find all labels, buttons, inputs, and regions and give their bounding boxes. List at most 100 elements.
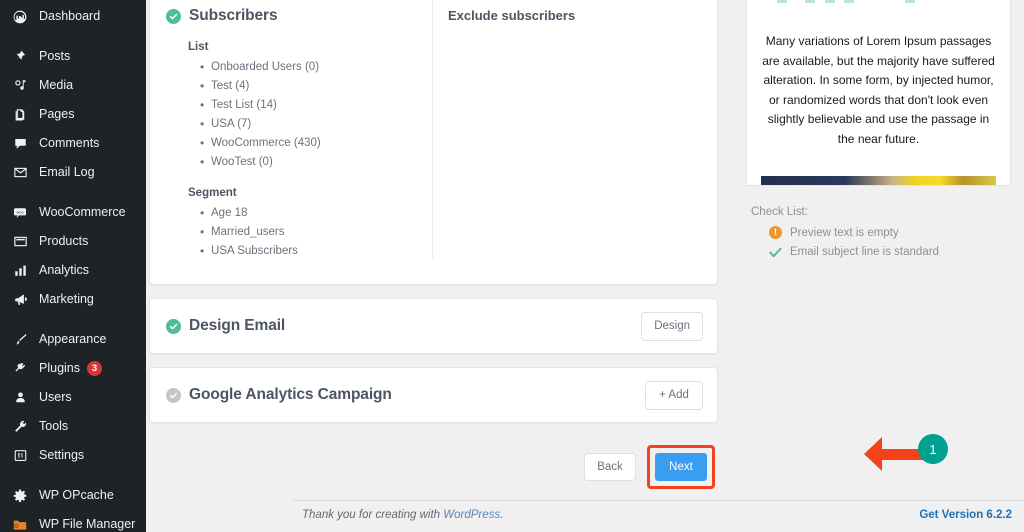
arrow-head-icon	[864, 437, 882, 471]
settings-icon	[10, 446, 30, 466]
sidebar-item-media[interactable]: Media	[0, 71, 146, 100]
sidebar-item-marketing[interactable]: Marketing	[0, 285, 146, 314]
svg-text:woo: woo	[16, 209, 24, 214]
list-item: Age 18	[200, 203, 416, 222]
list-item: Married_users	[200, 222, 416, 241]
sidebar-item-dashboard[interactable]: Dashboard	[0, 2, 146, 31]
subscribers-left-pane: Subscribers List Onboarded Users (0) Tes…	[150, 7, 432, 284]
sidebar-item-pages[interactable]: Pages	[0, 100, 146, 129]
list-item: Onboarded Users (0)	[200, 57, 416, 76]
list-item: WooTest (0)	[200, 152, 416, 171]
preview-banner-image	[761, 176, 996, 185]
sidebar-item-analytics[interactable]: Analytics	[0, 256, 146, 285]
checklist-item-label: Preview text is empty	[790, 227, 899, 239]
wordpress-admin-screen: Dashboard Posts Media Pages Commen	[0, 0, 1024, 532]
main-content: Subscribers List Onboarded Users (0) Tes…	[146, 0, 1024, 532]
sidebar-divider	[0, 187, 146, 198]
sidebar-item-label: Posts	[39, 50, 70, 63]
pin-icon	[10, 47, 30, 67]
sidebar-divider	[0, 314, 146, 325]
next-button-highlight: Next	[647, 445, 715, 489]
sidebar-item-plugins[interactable]: Plugins 3	[0, 354, 146, 383]
sidebar-item-comments[interactable]: Comments	[0, 129, 146, 158]
plugins-update-badge: 3	[87, 361, 102, 376]
check-circle-icon	[166, 319, 181, 334]
sidebar-item-email-log[interactable]: Email Log	[0, 158, 146, 187]
woocommerce-icon: woo	[10, 203, 30, 223]
list-item: WooCommerce (430)	[200, 133, 416, 152]
subscriber-list: Onboarded Users (0) Test (4) Test List (…	[200, 57, 416, 171]
footer-credit: Thank you for creating with WordPress.	[302, 509, 503, 521]
sidebar-item-label: Plugins	[39, 362, 80, 375]
preview-decor-marks	[747, 0, 1010, 3]
sidebar-item-label: Tools	[39, 420, 68, 433]
sidebar-item-label: Email Log	[39, 166, 95, 179]
list-item: Test (4)	[200, 76, 416, 95]
list-item: USA (7)	[200, 114, 416, 133]
sidebar-item-woocommerce[interactable]: woo WooCommerce	[0, 198, 146, 227]
checklist-section: Check List: ! Preview text is empty Emai…	[751, 206, 1021, 258]
wordpress-link[interactable]: WordPress	[443, 509, 500, 521]
sidebar-item-posts[interactable]: Posts	[0, 42, 146, 71]
sidebar-item-tools[interactable]: Tools	[0, 412, 146, 441]
email-preview-box: Many variations of Lorem Ipsum passages …	[746, 0, 1011, 186]
admin-sidebar: Dashboard Posts Media Pages Commen	[0, 0, 146, 532]
sidebar-item-wp-opcache[interactable]: WP OPcache	[0, 481, 146, 510]
sidebar-divider	[0, 31, 146, 42]
sidebar-item-label: Pages	[39, 108, 74, 121]
folder-icon: W	[10, 515, 30, 532]
pages-icon	[10, 105, 30, 125]
sidebar-divider	[0, 470, 146, 481]
checklist-item-label: Email subject line is standard	[790, 246, 939, 258]
next-button[interactable]: Next	[655, 453, 707, 481]
wrench-icon	[10, 417, 30, 437]
checklist-item: Email subject line is standard	[769, 246, 1021, 258]
preview-body-text: Many variations of Lorem Ipsum passages …	[761, 32, 996, 149]
back-button[interactable]: Back	[584, 453, 636, 481]
dashboard-icon	[10, 7, 30, 27]
subscribers-title-row: Subscribers	[166, 7, 416, 25]
wp-version-link[interactable]: Get Version 6.2.2	[919, 509, 1012, 521]
footer-thanks-prefix: Thank you for creating with	[302, 509, 443, 521]
subscribers-title: Subscribers	[189, 7, 278, 25]
sidebar-item-settings[interactable]: Settings	[0, 441, 146, 470]
campaign-steps-column: Subscribers List Onboarded Users (0) Tes…	[149, 0, 718, 489]
wizard-nav-row: Back Next	[149, 445, 718, 489]
exclude-subscribers-title: Exclude subscribers	[448, 8, 701, 23]
sidebar-item-label: WP OPcache	[39, 489, 114, 502]
sidebar-item-users[interactable]: Users	[0, 383, 146, 412]
annotation-step-badge: 1	[918, 434, 948, 464]
google-analytics-title: Google Analytics Campaign	[189, 386, 645, 404]
email-preview-panel: Many variations of Lorem Ipsum passages …	[741, 0, 1021, 265]
sidebar-item-label: Media	[39, 79, 73, 92]
add-ga-campaign-button[interactable]: + Add	[645, 381, 703, 410]
sidebar-item-label: Appearance	[39, 333, 106, 346]
sidebar-item-appearance[interactable]: Appearance	[0, 325, 146, 354]
warning-icon: !	[769, 226, 782, 239]
megaphone-icon	[10, 290, 30, 310]
design-button[interactable]: Design	[641, 312, 703, 341]
sidebar-item-label: WP File Manager	[39, 518, 135, 531]
sidebar-item-wp-file-manager[interactable]: W WP File Manager	[0, 510, 146, 532]
envelope-icon	[10, 163, 30, 183]
sidebar-item-products[interactable]: Products	[0, 227, 146, 256]
list-item: USA Subscribers	[200, 241, 416, 260]
google-analytics-campaign-card: Google Analytics Campaign + Add	[149, 367, 718, 423]
comment-icon	[10, 134, 30, 154]
exclude-subscribers-pane: Exclude subscribers	[432, 7, 717, 284]
check-circle-icon	[166, 9, 181, 24]
analytics-icon	[10, 261, 30, 281]
footer-thanks-suffix: .	[500, 509, 503, 521]
check-circle-gray-icon	[166, 388, 181, 403]
sidebar-item-label: Users	[39, 391, 72, 404]
card-vertical-divider	[432, 0, 433, 259]
sidebar-item-label: Marketing	[39, 293, 94, 306]
plug-icon	[10, 359, 30, 379]
user-icon	[10, 388, 30, 408]
sidebar-item-label: Settings	[39, 449, 84, 462]
segment-list: Age 18 Married_users USA Subscribers	[200, 203, 416, 260]
sidebar-item-label: WooCommerce	[39, 206, 126, 219]
media-icon	[10, 76, 30, 96]
check-icon	[769, 247, 782, 258]
checklist-item: ! Preview text is empty	[769, 226, 1021, 239]
